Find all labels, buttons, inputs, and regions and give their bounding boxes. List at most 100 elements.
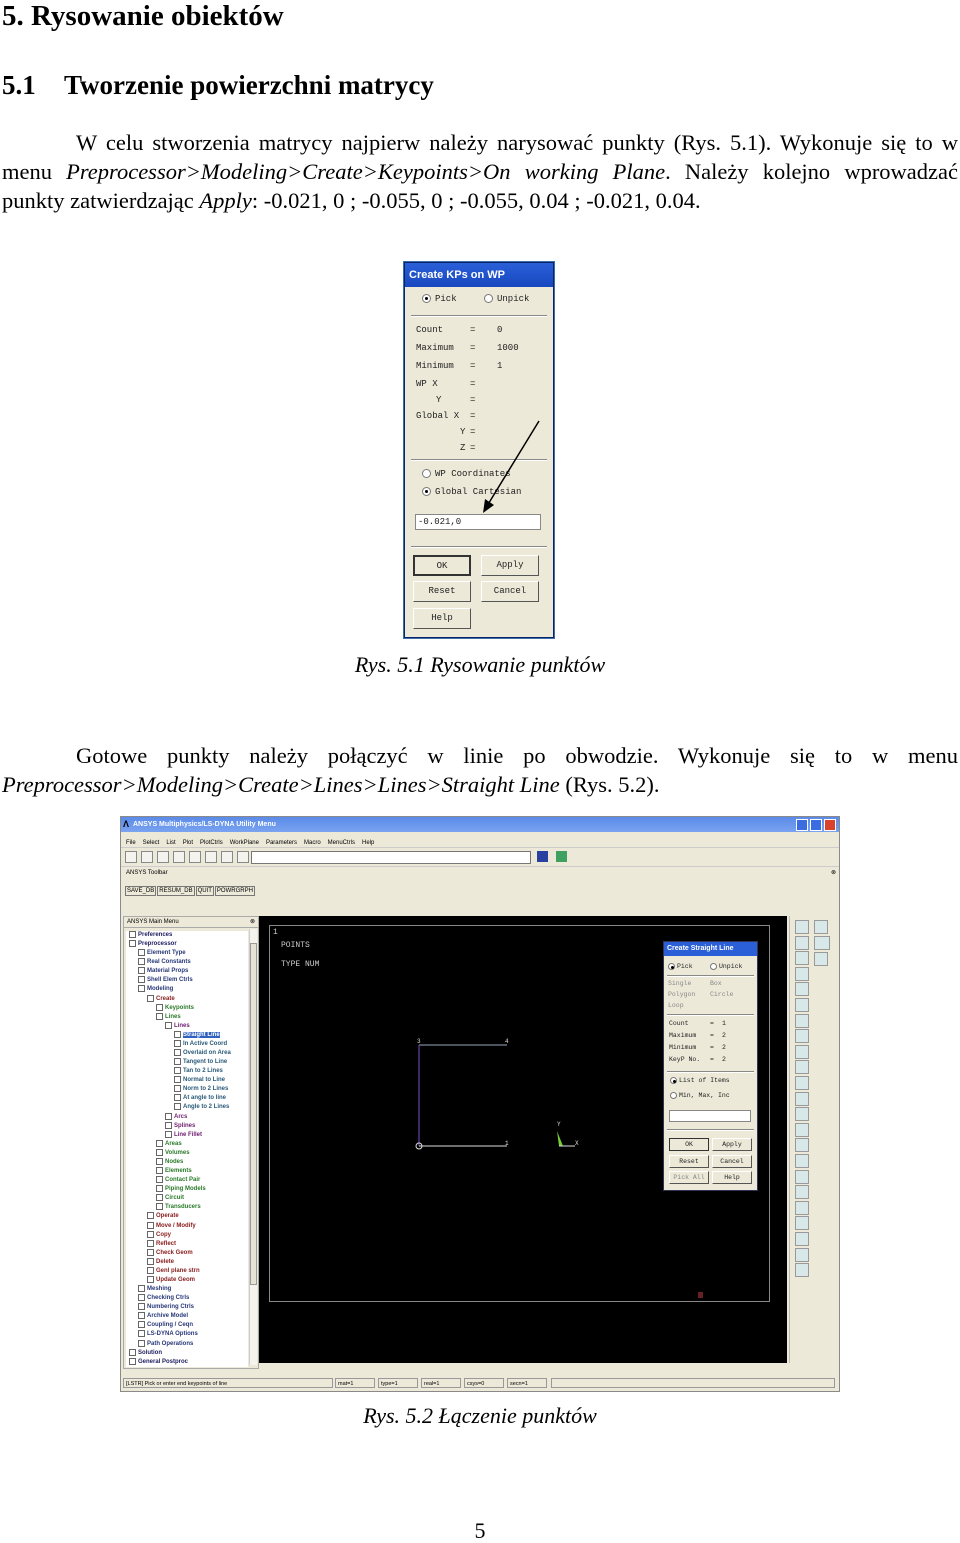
tree-item[interactable]: Solution <box>126 1348 248 1358</box>
save-icon[interactable] <box>157 851 169 863</box>
tree-item[interactable]: Lines <box>126 1012 248 1022</box>
view-tool-icon[interactable] <box>795 1232 809 1246</box>
menu-file[interactable]: File <box>126 840 136 846</box>
pick-input[interactable] <box>669 1110 751 1122</box>
list-of-items-radio[interactable]: List of Items <box>670 1077 730 1084</box>
unpick-radio[interactable]: Unpick <box>710 963 742 970</box>
command-input[interactable] <box>251 851 531 864</box>
tree-item[interactable]: Straight Line <box>126 1030 248 1040</box>
tree-item[interactable]: Numbering Ctrls <box>126 1303 248 1312</box>
tree-item[interactable]: Meshing <box>126 1285 248 1294</box>
view-tool-icon[interactable] <box>795 1216 809 1231</box>
view-tool-icon[interactable] <box>795 1029 809 1044</box>
tree-item[interactable]: At angle to line <box>126 1094 248 1103</box>
tree-item[interactable]: Elements <box>126 1167 248 1176</box>
tree-item[interactable]: In Active Coord <box>126 1039 248 1049</box>
collapse-icon[interactable]: ⊗ <box>831 867 836 879</box>
view-tool-icon[interactable] <box>814 920 828 934</box>
view-tool-icon[interactable] <box>795 1044 809 1059</box>
view-tool-icon[interactable] <box>795 1138 809 1153</box>
reset-picking-icon[interactable] <box>556 851 567 862</box>
tree-item[interactable]: Tangent to Line <box>126 1058 248 1067</box>
tree-item[interactable]: Path Operations <box>126 1339 248 1349</box>
view-tool-icon[interactable] <box>795 951 809 966</box>
close-icon[interactable] <box>824 819 836 831</box>
view-tool-icon[interactable] <box>795 920 809 934</box>
toolbar-button-save_db[interactable]: SAVE_DB <box>125 886 157 896</box>
tree-item[interactable]: Genl plane strn <box>126 1266 248 1276</box>
tree-item[interactable]: LS-DYNA Options <box>126 1330 248 1339</box>
tree-item[interactable]: Tan to 2 Lines <box>126 1067 248 1076</box>
view-tool-icon[interactable] <box>795 935 809 950</box>
tree-item[interactable]: Check Geom <box>126 1248 248 1258</box>
tree-item[interactable]: Volumes <box>126 1148 248 1158</box>
tree-item[interactable]: Copy <box>126 1230 248 1240</box>
raise-hidden-icon[interactable] <box>537 851 548 862</box>
menu-plotctrls[interactable]: PlotCtrls <box>200 840 223 846</box>
tree-item[interactable]: Preferences <box>126 931 248 940</box>
view-tool-icon[interactable] <box>795 1185 809 1200</box>
toolbar-button-resum_db[interactable]: RESUM_DB <box>157 886 195 896</box>
view-tool-icon[interactable] <box>814 952 828 966</box>
view-tool-icon[interactable] <box>795 1154 809 1168</box>
tree-item[interactable]: Real Constants <box>126 958 248 967</box>
tree-item[interactable]: Transducers <box>126 1203 248 1212</box>
menu-parameters[interactable]: Parameters <box>266 840 297 846</box>
reset-button[interactable]: Reset <box>669 1155 709 1168</box>
toolbar-button-powrgrph[interactable]: POWRGRPH <box>214 886 255 896</box>
view-tool-icon[interactable] <box>795 1091 809 1106</box>
tree-item[interactable]: Update Geom <box>126 1275 248 1285</box>
view-tool-icon[interactable] <box>795 966 809 981</box>
tree-item[interactable]: Splines <box>126 1121 248 1131</box>
help-button[interactable]: Help <box>712 1171 752 1184</box>
maximize-icon[interactable] <box>810 819 823 831</box>
view-tool-icon[interactable] <box>795 1263 809 1278</box>
new-file-icon[interactable] <box>125 851 137 863</box>
tree-item[interactable]: Keypoints <box>126 1003 248 1013</box>
pick-radio[interactable]: Pick <box>668 963 693 970</box>
tree-scrollbar[interactable] <box>249 929 257 1365</box>
window-select-icon[interactable] <box>814 936 830 950</box>
menu-help[interactable]: Help <box>362 840 374 846</box>
tree-item[interactable]: Lines <box>126 1021 248 1031</box>
tree-item[interactable]: Norm to 2 Lines <box>126 1085 248 1094</box>
view-tool-icon[interactable] <box>795 1076 809 1090</box>
help-icon[interactable] <box>221 851 233 863</box>
tree-item[interactable]: Nodes <box>126 1157 248 1167</box>
tree-item[interactable]: Angle to 2 Lines <box>126 1103 248 1112</box>
menu-select[interactable]: Select <box>143 840 160 846</box>
tree-item[interactable]: Shell Elem Ctrls <box>126 976 248 985</box>
tree-item[interactable]: Coupling / Ceqn <box>126 1321 248 1330</box>
pick-all-button[interactable]: Pick All <box>669 1171 709 1184</box>
view-tool-icon[interactable] <box>795 1200 809 1215</box>
menu-list[interactable]: List <box>166 840 175 846</box>
tree-item[interactable]: Element Type <box>126 949 248 958</box>
menu-macro[interactable]: Macro <box>304 840 321 846</box>
command-icon[interactable] <box>237 851 249 863</box>
tree-item[interactable]: Preprocessor <box>126 940 248 949</box>
tree-item[interactable]: Normal to Line <box>126 1076 248 1085</box>
menu-menuctrls[interactable]: MenuCtrls <box>328 840 355 846</box>
tree-item[interactable]: Move / Modify <box>126 1221 248 1231</box>
view-tool-icon[interactable] <box>795 1122 809 1137</box>
view-tool-icon[interactable] <box>795 998 809 1012</box>
minimize-icon[interactable] <box>796 819 809 831</box>
menu-plot[interactable]: Plot <box>183 840 193 846</box>
tree-item[interactable]: Create <box>126 994 248 1004</box>
view-tool-icon[interactable] <box>795 982 809 997</box>
min-max-inc-radio[interactable]: Min, Max, Inc <box>670 1092 730 1099</box>
view-tool-icon[interactable] <box>795 1013 809 1028</box>
ok-button[interactable]: OK <box>669 1138 709 1151</box>
view-tool-icon[interactable] <box>795 1107 809 1122</box>
tree-item[interactable]: Delete <box>126 1257 248 1267</box>
menu-workplane[interactable]: WorkPlane <box>230 840 259 846</box>
image-capture-icon[interactable] <box>205 851 217 863</box>
toolbar-button-quit[interactable]: QUIT <box>195 886 214 896</box>
tree-item[interactable]: Archive Model <box>126 1312 248 1321</box>
tree-item[interactable]: Line Fillet <box>126 1130 248 1140</box>
view-tool-icon[interactable] <box>795 1060 809 1075</box>
tree-item[interactable]: Modeling <box>126 985 248 994</box>
tree-item[interactable]: Overlaid on Area <box>126 1049 248 1058</box>
apply-button[interactable]: Apply <box>712 1138 752 1151</box>
tree-item[interactable]: General Postproc <box>126 1357 248 1367</box>
